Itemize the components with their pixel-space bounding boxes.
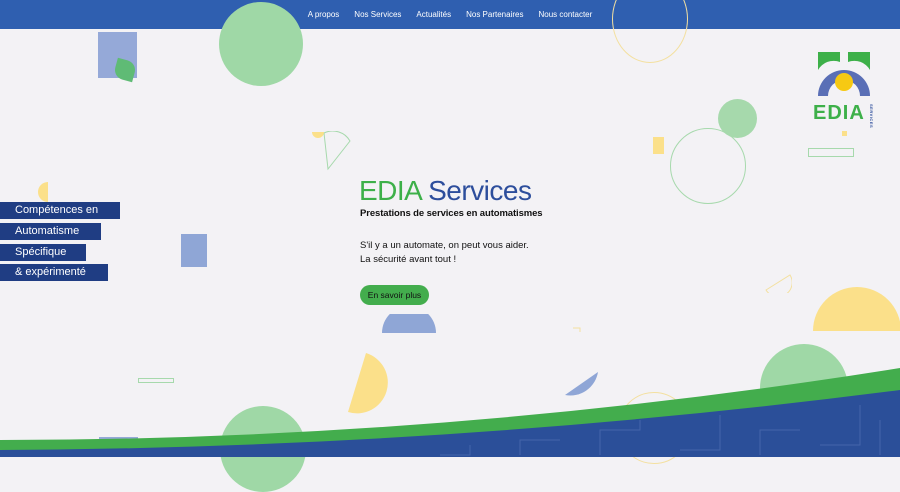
decor-yellow-outline-wedge: [765, 274, 792, 293]
hero-title: EDIA Services: [359, 175, 532, 207]
tag-competences: Compétences en: [0, 202, 120, 219]
nav-item-nos-partenaires[interactable]: Nos Partenaires: [459, 10, 531, 19]
logo-text: EDIA: [813, 102, 865, 124]
tag-automatisme: Automatisme: [0, 223, 101, 240]
hero-title-services: Services: [428, 175, 532, 206]
edia-logo[interactable]: EDIA SERVICES: [813, 48, 875, 129]
decor-green-circle-top: [219, 2, 303, 86]
decor-green-ring: [670, 128, 746, 204]
nav-item-nous-contacter[interactable]: Nous contacter: [531, 10, 600, 19]
top-navbar: A propos Nos Services Actualités Nos Par…: [0, 0, 900, 29]
decor-yellow-ring-top: [612, 0, 688, 63]
decor-green-outline-rect: [808, 148, 854, 157]
nav-item-actualites[interactable]: Actualités: [409, 10, 459, 19]
decor-yellow-half-small: [312, 132, 324, 138]
footer-wave: [0, 368, 900, 457]
decor-yellow-half-left: [38, 182, 48, 202]
hero-tagline-1: S'il y a un automate, on peut vous aider…: [360, 240, 529, 251]
decor-yellow-rect: [653, 137, 664, 154]
nav-item-nos-services[interactable]: Nos Services: [347, 10, 409, 19]
tag-specifique: Spécifique: [0, 244, 86, 261]
learn-more-button[interactable]: En savoir plus: [360, 285, 429, 305]
tag-experimente: & expérimenté: [0, 264, 108, 281]
hero-subtitle: Prestations de services en automatismes: [360, 208, 543, 219]
decor-blue-rect-mid: [181, 234, 207, 267]
decor-yellow-half-right: [813, 287, 900, 331]
decor-blue-half-circle: [382, 314, 436, 333]
nav-item-a-propos[interactable]: A propos: [300, 10, 347, 19]
decor-small-tick: [573, 327, 581, 332]
logo-side-text: SERVICES: [869, 104, 874, 129]
hero-title-edia: EDIA: [359, 175, 421, 206]
hero-tagline-2: La sécurité avant tout !: [360, 254, 457, 265]
decor-yellow-dot-small: [842, 131, 847, 136]
logo-emblem-icon: [818, 52, 870, 96]
